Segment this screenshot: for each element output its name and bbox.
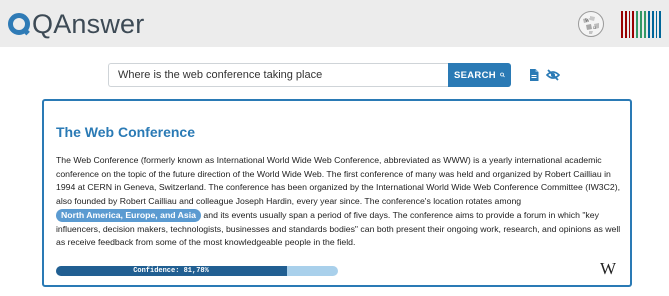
logo-q-icon: [8, 13, 30, 35]
answer-highlight[interactable]: North America, Europe, and Asia: [56, 208, 202, 222]
bar-stripe: [647, 11, 651, 38]
bar-stripe: [658, 11, 661, 38]
search-button-label: SEARCH: [454, 69, 496, 81]
answer-text: The Web Conference (formerly known as In…: [56, 154, 622, 250]
answer-text-before: The Web Conference (formerly known as In…: [56, 155, 621, 207]
wikipedia-globe-icon[interactable]: W Ω: [577, 10, 605, 38]
bar-stripe: [621, 11, 623, 38]
bar-stripe: [631, 11, 635, 38]
answer-title: The Web Conference: [56, 124, 195, 140]
answer-card: The Web Conference The Web Conference (f…: [42, 99, 632, 287]
bar-stripe: [624, 11, 627, 38]
svg-text:Ω: Ω: [593, 25, 596, 30]
wikipedia-source-icon[interactable]: W: [600, 259, 616, 279]
search-button[interactable]: SEARCH: [448, 63, 511, 87]
document-icon[interactable]: [527, 68, 541, 82]
bar-stripe: [644, 11, 646, 38]
top-header: QAnswer W Ω: [0, 0, 669, 47]
search-bar: SEARCH: [108, 63, 511, 87]
confidence-label: Confidence: 81,78%: [133, 267, 209, 275]
search-input[interactable]: [108, 63, 448, 87]
search-icon: [500, 72, 505, 78]
wikidata-logo-icon[interactable]: [621, 11, 661, 38]
eye-slash-icon[interactable]: [546, 68, 560, 82]
bar-stripe: [636, 11, 638, 38]
bar-stripe: [655, 11, 657, 38]
bar-stripe: [629, 11, 630, 38]
qanswer-logo[interactable]: QAnswer: [8, 8, 144, 40]
bar-stripe: [639, 11, 643, 38]
logo-text: QAnswer: [32, 9, 145, 39]
svg-text:W: W: [585, 19, 590, 24]
bar-stripe: [652, 11, 654, 38]
confidence-bar: Confidence: 81,78%: [56, 266, 338, 276]
